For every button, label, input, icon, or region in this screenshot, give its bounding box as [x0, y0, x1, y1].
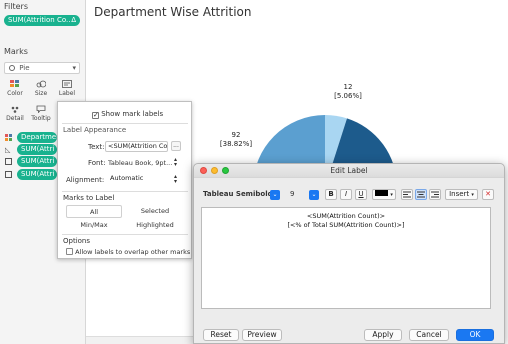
detail-card-label: Detail: [6, 115, 24, 122]
italic-button[interactable]: I: [340, 189, 352, 200]
insert-button[interactable]: Insert ▾: [445, 189, 478, 200]
preview-button[interactable]: Preview: [242, 329, 282, 341]
pie-label-top: 12 [5.06%]: [333, 83, 363, 101]
reset-button[interactable]: Reset: [203, 329, 239, 341]
align-left-button[interactable]: [401, 189, 413, 200]
color-swatch: [375, 190, 389, 196]
filters-title: Filters: [4, 2, 28, 11]
filter-pill-label: SUM(Attrition Co..: [8, 16, 71, 24]
size-dropdown-icon[interactable]: ⌄: [309, 190, 319, 200]
text-color-picker[interactable]: ▾: [372, 189, 396, 200]
allow-overlap-label: Allow labels to overlap other marks: [75, 248, 191, 256]
tooltip-card[interactable]: Tooltip: [30, 103, 52, 125]
bold-button[interactable]: B: [325, 189, 337, 200]
allow-overlap-row[interactable]: Allow labels to overlap other marks: [66, 248, 190, 256]
filter-pill[interactable]: SUM(Attrition Co.. Δ: [4, 15, 80, 26]
dialog-titlebar[interactable]: Edit Label: [194, 164, 504, 178]
cancel-button[interactable]: Cancel: [409, 329, 449, 341]
editor-line-2: [<% of Total SUM(Attrition Count)>]: [287, 221, 405, 229]
option-highlighted[interactable]: Highlighted: [126, 219, 184, 232]
label-appearance-title: Label Appearance: [63, 126, 127, 134]
color-card[interactable]: Color: [4, 78, 26, 100]
label-field-icon: [5, 158, 12, 165]
font-label: Font:: [88, 159, 106, 167]
stepper-icon: ▴ ▾: [174, 156, 178, 168]
tooltip-card-label: Tooltip: [31, 115, 51, 122]
divider: [62, 191, 188, 192]
chevron-down-icon: ▾: [390, 192, 393, 198]
pie-label-top-pct: [5.06%]: [334, 92, 362, 100]
horizontal-scrollbar[interactable]: [86, 336, 193, 344]
color-card-label: Color: [7, 90, 23, 97]
font-dropdown-icon[interactable]: ⌄: [270, 190, 280, 200]
chevron-down-icon: ▾: [471, 192, 474, 198]
label-popover: ✓ Show mark labels Label Appearance Text…: [57, 101, 192, 259]
size-card-label: Size: [34, 90, 48, 97]
pie-label-left-pct: [38.82%]: [219, 140, 253, 148]
label-card[interactable]: Label: [56, 78, 78, 100]
label-field-icon-2: [5, 171, 12, 178]
pie-label-top-value: 12: [343, 83, 353, 91]
marks-to-label-title: Marks to Label: [63, 194, 115, 202]
text-field[interactable]: <SUM(Attrition Cou: [105, 141, 168, 152]
pie-icon: [9, 65, 15, 71]
edit-text-button[interactable]: ...: [171, 141, 181, 151]
show-mark-labels-row[interactable]: ✓ Show mark labels: [92, 110, 163, 119]
label-text-editor[interactable]: <SUM(Attrition Count)> [<% of Total SUM(…: [201, 207, 491, 309]
delta-icon: Δ: [71, 16, 76, 24]
chart-title: Department Wise Attrition: [94, 5, 252, 19]
show-mark-labels-checkbox[interactable]: ✓: [92, 112, 99, 119]
chevron-down-icon: ▾: [72, 64, 76, 72]
ok-button[interactable]: OK: [456, 329, 494, 341]
mark-type-label: Pie: [19, 64, 30, 72]
dialog-title: Edit Label: [330, 166, 368, 175]
apply-button[interactable]: Apply: [364, 329, 402, 341]
angle-icon: ◺: [5, 146, 11, 154]
attrition-pill-angle[interactable]: SUM(Attri: [17, 144, 57, 155]
tooltip-icon: [36, 105, 46, 114]
font-family-value[interactable]: Tableau Semibold: [203, 190, 273, 198]
align-center-icon: [417, 191, 425, 198]
font-value[interactable]: Tableau Book, 9pt...: [108, 159, 178, 167]
align-left-icon: [403, 191, 411, 198]
pie-label-left: 92 [38.82%]: [218, 131, 254, 149]
marks-title: Marks: [4, 47, 28, 56]
allow-overlap-checkbox[interactable]: [66, 248, 73, 255]
font-size-value[interactable]: 9: [290, 190, 294, 198]
detail-icon: [10, 105, 20, 113]
insert-label: Insert: [449, 190, 470, 198]
divider: [62, 123, 188, 124]
show-mark-labels-label: Show mark labels: [101, 110, 164, 118]
stepper-icon-2: ▴ ▾: [174, 173, 178, 185]
label-card-label: Label: [58, 90, 76, 97]
color-swatch-icon: [10, 80, 20, 88]
align-right-icon: [431, 191, 439, 198]
pie-label-left-value: 92: [231, 131, 241, 139]
align-center-button[interactable]: [415, 189, 427, 200]
options-title: Options: [63, 237, 91, 245]
size-icon: [36, 80, 47, 88]
clear-x-icon: ✕: [485, 190, 491, 198]
alignment-value[interactable]: Automatic: [108, 174, 182, 185]
attrition-pill-label-1[interactable]: SUM(Attri: [17, 156, 57, 167]
align-right-button[interactable]: [429, 189, 441, 200]
alignment-label: Alignment:: [66, 176, 105, 184]
color-field-icon: [5, 134, 12, 141]
mark-type-dropdown[interactable]: Pie ▾: [4, 62, 80, 74]
text-label: Text:: [88, 143, 105, 151]
detail-card[interactable]: Detail: [4, 103, 26, 125]
label-icon: [62, 80, 72, 88]
department-pill[interactable]: Departmen: [17, 132, 57, 143]
attrition-pill-label-2[interactable]: SUM(Attri: [17, 169, 57, 180]
edit-label-dialog: Edit Label Tableau Semibold ⌄ 9 ⌄ B I U …: [193, 163, 505, 344]
option-min-max[interactable]: Min/Max: [66, 219, 122, 232]
editor-line-1: <SUM(Attrition Count)>: [306, 212, 386, 220]
option-all[interactable]: All: [66, 205, 122, 218]
underline-button[interactable]: U: [355, 189, 367, 200]
size-card[interactable]: Size: [30, 78, 52, 100]
divider: [62, 234, 188, 235]
option-selected[interactable]: Selected: [126, 205, 184, 218]
clear-button[interactable]: ✕: [482, 189, 494, 200]
